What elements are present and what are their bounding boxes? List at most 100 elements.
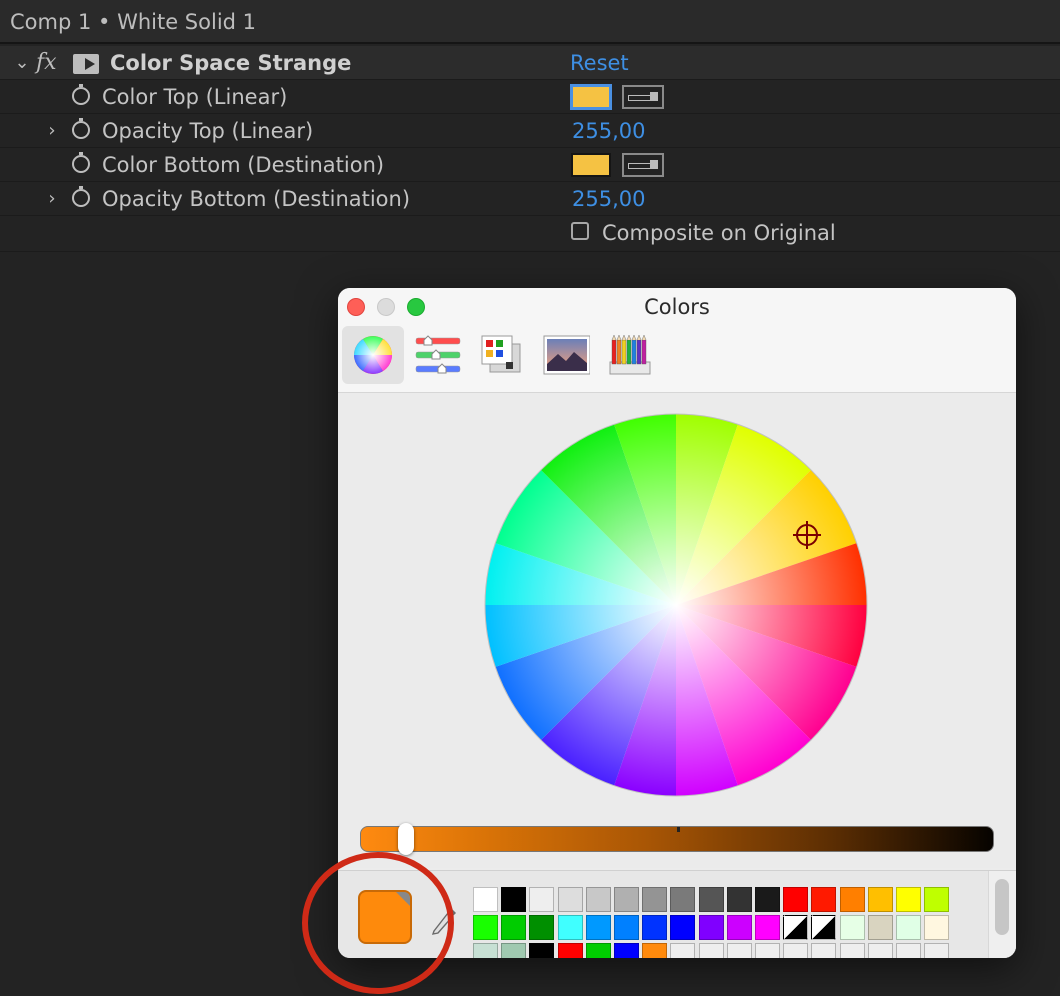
color-swatch-top[interactable] bbox=[571, 85, 611, 109]
color-swatch[interactable] bbox=[755, 887, 780, 912]
color-swatch[interactable] bbox=[670, 915, 696, 940]
color-swatch[interactable] bbox=[614, 887, 639, 912]
property-label: Opacity Bottom (Destination) bbox=[102, 187, 411, 211]
color-swatch[interactable] bbox=[642, 915, 668, 940]
color-swatch[interactable] bbox=[698, 887, 724, 912]
fx-icon[interactable]: fx bbox=[36, 46, 57, 80]
stopwatch-icon[interactable] bbox=[72, 186, 90, 207]
color-swatch[interactable] bbox=[867, 887, 893, 912]
color-swatch[interactable] bbox=[670, 943, 696, 958]
composite-checkbox[interactable] bbox=[571, 222, 589, 240]
color-swatch[interactable] bbox=[811, 887, 837, 912]
color-swatch[interactable] bbox=[924, 943, 950, 958]
pencils-icon bbox=[609, 334, 651, 375]
opacity-bottom-value[interactable]: 255,00 bbox=[572, 182, 645, 216]
chevron-down-icon[interactable]: ⌄ bbox=[12, 46, 32, 80]
window-title: Colors bbox=[644, 295, 710, 319]
color-swatch[interactable] bbox=[783, 887, 809, 912]
color-swatch[interactable] bbox=[642, 887, 668, 912]
color-swatch[interactable] bbox=[670, 887, 696, 912]
color-swatch[interactable] bbox=[755, 943, 780, 958]
color-swatch[interactable] bbox=[614, 915, 639, 940]
color-swatch[interactable] bbox=[896, 915, 921, 940]
color-swatch-bottom[interactable] bbox=[571, 153, 611, 177]
color-swatch[interactable] bbox=[529, 887, 555, 912]
opacity-top-value[interactable]: 255,00 bbox=[572, 114, 645, 148]
color-swatch[interactable] bbox=[839, 887, 865, 912]
color-wheel-area bbox=[338, 393, 1016, 868]
color-swatch[interactable] bbox=[585, 887, 611, 912]
color-swatch[interactable] bbox=[867, 915, 893, 940]
color-swatch[interactable] bbox=[473, 943, 498, 958]
color-swatch[interactable] bbox=[726, 915, 752, 940]
color-swatch[interactable] bbox=[585, 915, 611, 940]
chevron-right-icon[interactable]: › bbox=[42, 182, 62, 216]
color-swatch[interactable] bbox=[557, 943, 583, 958]
color-swatch[interactable] bbox=[529, 943, 555, 958]
colors-panel: Colors bbox=[338, 288, 1016, 958]
effect-plugin-icon bbox=[73, 54, 99, 74]
eyedropper-icon[interactable] bbox=[622, 153, 664, 177]
swatch-scrollbar[interactable] bbox=[995, 879, 1009, 935]
color-swatch[interactable] bbox=[867, 943, 893, 958]
property-label: Color Top (Linear) bbox=[102, 85, 288, 109]
chevron-right-icon[interactable]: › bbox=[42, 114, 62, 148]
color-swatch[interactable] bbox=[726, 943, 752, 958]
color-wheel-icon bbox=[354, 336, 392, 374]
pencils-tab[interactable] bbox=[600, 326, 662, 384]
image-icon bbox=[543, 335, 590, 375]
composite-row: Composite on Original bbox=[0, 216, 1060, 252]
color-swatch[interactable] bbox=[896, 943, 921, 958]
property-row-color-bottom: Color Bottom (Destination) bbox=[0, 148, 1060, 182]
color-wheel-tab[interactable] bbox=[342, 326, 404, 384]
color-swatch[interactable] bbox=[642, 943, 668, 958]
colors-titlebar: Colors bbox=[338, 288, 1016, 393]
property-row-color-top: Color Top (Linear) bbox=[0, 80, 1060, 114]
color-swatch[interactable] bbox=[585, 943, 611, 958]
color-swatch[interactable] bbox=[473, 915, 498, 940]
color-swatch[interactable] bbox=[557, 915, 583, 940]
color-swatch[interactable] bbox=[924, 915, 950, 940]
swatch-scroll-track[interactable] bbox=[988, 871, 1016, 958]
color-swatch[interactable] bbox=[726, 887, 752, 912]
color-swatch[interactable] bbox=[557, 887, 583, 912]
property-label: Opacity Top (Linear) bbox=[102, 119, 314, 143]
color-swatch[interactable] bbox=[896, 887, 921, 912]
property-row-opacity-top: › Opacity Top (Linear) 255,00 bbox=[0, 114, 1060, 148]
color-swatch[interactable] bbox=[698, 943, 724, 958]
color-swatch[interactable] bbox=[529, 915, 555, 940]
color-swatch[interactable] bbox=[501, 915, 527, 940]
brightness-slider[interactable] bbox=[360, 823, 994, 855]
effect-name: Color Space Strange bbox=[110, 51, 352, 75]
color-swatch[interactable] bbox=[811, 943, 837, 958]
effect-header-row[interactable]: ⌄ fx Color Space Strange Reset bbox=[0, 46, 1060, 80]
color-swatch[interactable] bbox=[614, 943, 639, 958]
color-swatch[interactable] bbox=[839, 943, 865, 958]
color-swatch[interactable] bbox=[839, 915, 865, 940]
comp-title: Comp 1 • White Solid 1 bbox=[0, 0, 1060, 44]
property-row-opacity-bottom: › Opacity Bottom (Destination) 255,00 bbox=[0, 182, 1060, 216]
composite-label: Composite on Original bbox=[602, 221, 836, 245]
eyedropper-icon[interactable] bbox=[622, 85, 664, 109]
color-sliders-tab[interactable] bbox=[406, 326, 468, 384]
palettes-icon bbox=[481, 335, 521, 373]
sliders-icon bbox=[415, 335, 461, 374]
stopwatch-icon[interactable] bbox=[72, 118, 90, 139]
color-swatch[interactable] bbox=[501, 887, 527, 912]
color-swatch[interactable] bbox=[811, 915, 837, 940]
stopwatch-icon[interactable] bbox=[72, 152, 90, 173]
reset-button[interactable]: Reset bbox=[570, 46, 629, 80]
stopwatch-icon[interactable] bbox=[72, 84, 90, 105]
color-swatch[interactable] bbox=[698, 915, 724, 940]
property-label: Color Bottom (Destination) bbox=[102, 153, 385, 177]
color-swatch[interactable] bbox=[501, 943, 527, 958]
brightness-knob[interactable] bbox=[398, 823, 414, 855]
color-swatch[interactable] bbox=[755, 915, 780, 940]
color-palettes-tab[interactable] bbox=[470, 326, 532, 384]
color-swatch[interactable] bbox=[473, 887, 498, 912]
color-swatch[interactable] bbox=[783, 915, 809, 940]
color-swatch[interactable] bbox=[783, 943, 809, 958]
color-swatch[interactable] bbox=[924, 887, 950, 912]
image-palettes-tab[interactable] bbox=[534, 326, 596, 384]
color-wheel[interactable] bbox=[338, 393, 1016, 823]
